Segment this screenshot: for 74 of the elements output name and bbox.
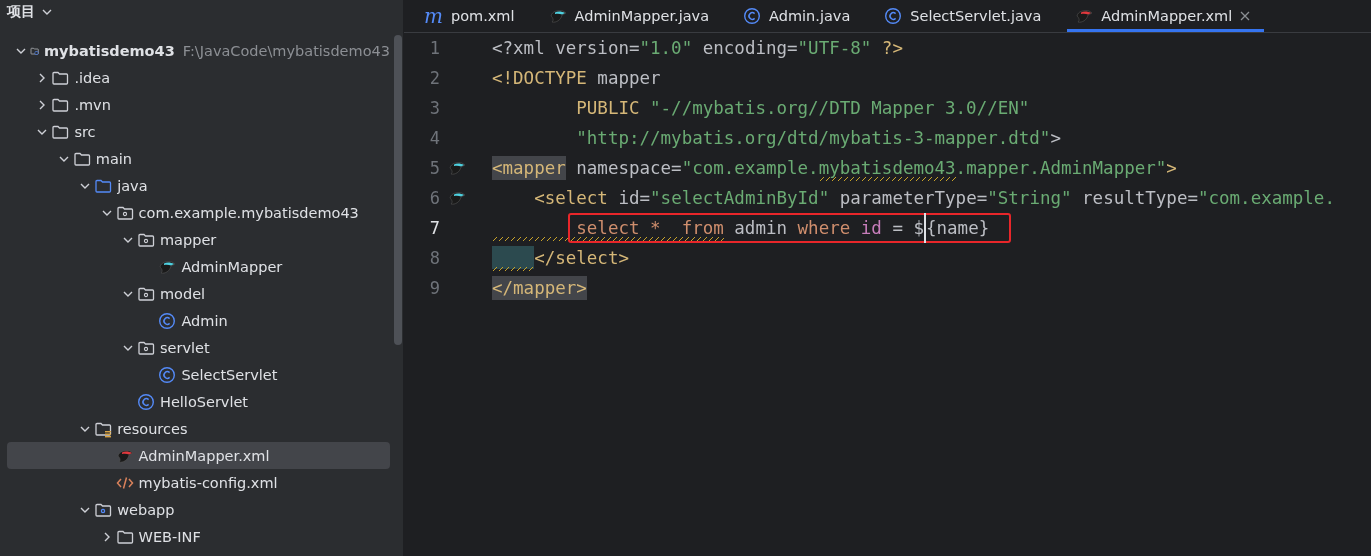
tree-label: main xyxy=(95,150,133,167)
tree-label: .mvn xyxy=(74,96,111,113)
tree-item[interactable]: WEB-INF xyxy=(7,523,390,550)
editor-tab[interactable]: AdminMapper.java xyxy=(540,0,724,32)
code-line: <?xml version="1.0" encoding="UTF-8" ?> xyxy=(492,37,903,60)
tree-item[interactable]: servlet xyxy=(7,334,390,361)
tree-label: Admin xyxy=(181,312,228,329)
line-number: 7 xyxy=(428,218,440,238)
line-number: 1 xyxy=(428,38,440,58)
tree-item[interactable]: resources xyxy=(7,415,390,442)
code-line: </select> xyxy=(534,247,629,270)
editor-tab[interactable]: AdminMapper.xml xyxy=(1067,0,1265,32)
class-icon xyxy=(743,7,762,25)
tree-item[interactable]: SelectServlet xyxy=(7,361,390,388)
tree-label: AdminMapper xyxy=(181,258,283,275)
bird-icon xyxy=(1075,7,1094,25)
tree-label: java xyxy=(117,177,148,194)
tree-label: WEB-INF xyxy=(138,528,201,545)
tree-label: resources xyxy=(117,420,188,437)
bird-icon xyxy=(448,159,466,177)
editor-tab[interactable]: Admin.java xyxy=(735,0,865,32)
tree-label: servlet xyxy=(160,339,210,356)
tree-label: .idea xyxy=(74,69,111,86)
tree-item[interactable]: java xyxy=(7,172,390,199)
tree-item[interactable]: .idea xyxy=(7,64,390,91)
tree-label: webapp xyxy=(117,501,175,518)
tree-item[interactable]: .mvn xyxy=(7,91,390,118)
code-line: PUBLIC "-//mybatis.org//DTD Mapper 3.0//EN" xyxy=(576,97,1030,120)
tree-label: mapper xyxy=(160,231,217,248)
panel-title[interactable]: 项目 xyxy=(7,3,35,21)
tree-item[interactable]: Admin xyxy=(7,307,390,334)
tree-item[interactable]: webapp xyxy=(7,496,390,523)
tree-item[interactable]: mybatis-config.xml xyxy=(7,469,390,496)
bird-icon xyxy=(448,189,466,207)
line-number: 2 xyxy=(428,68,440,88)
editor-tab[interactable]: m pom.xml xyxy=(416,0,529,32)
close-icon[interactable] xyxy=(1240,11,1251,21)
code-line: <mapper namespace="com.example.mybatisdemo43.mapper.AdminMapper"> xyxy=(492,153,1177,183)
tree-item[interactable]: src xyxy=(7,118,390,145)
line-number: 5 xyxy=(428,158,440,178)
code-line: <select id="selectAdminById" parameterType="String" resultType="com.example. xyxy=(534,187,1335,210)
tree-item[interactable]: mapper xyxy=(7,226,390,253)
tree-label: AdminMapper.xml xyxy=(138,447,270,464)
line-number: 6 xyxy=(428,188,440,208)
tree-item[interactable]: main xyxy=(7,145,390,172)
maven-icon: m xyxy=(424,6,443,26)
tree-item[interactable]: model xyxy=(7,280,390,307)
tree-label: src xyxy=(74,123,96,140)
tree-item[interactable]: AdminMapper xyxy=(7,253,390,280)
class-icon xyxy=(158,311,177,330)
class-icon xyxy=(137,392,155,411)
scrollbar[interactable] xyxy=(394,35,402,345)
code-line: select * from admin where id = ${name} xyxy=(576,213,990,243)
tree-item[interactable]: AdminMapper.xml xyxy=(7,442,390,469)
tree-item[interactable]: HelloServlet xyxy=(7,388,390,415)
tree-item[interactable]: mybatisdemo43 F:\JavaCode\mybatisdemo43 xyxy=(7,37,390,64)
class-icon xyxy=(158,365,177,384)
code-line: <!DOCTYPE mapper xyxy=(492,67,661,90)
line-number: 4 xyxy=(428,128,440,148)
class-icon xyxy=(884,7,903,25)
editor-tab[interactable]: SelectServlet.java xyxy=(876,0,1056,32)
line-number: 9 xyxy=(428,278,440,298)
code-line: "http://mybatis.org/dtd/mybatis-3-mapper.dtd"> xyxy=(576,127,1061,150)
tree-label: mybatisdemo43 xyxy=(44,42,175,59)
tree-item[interactable]: com.example.mybatisdemo43 xyxy=(7,199,390,226)
tree-label: mybatis-config.xml xyxy=(138,474,278,491)
bird-icon xyxy=(548,7,567,25)
tree-label: SelectServlet xyxy=(181,366,278,383)
tree-label: model xyxy=(160,285,206,302)
line-number: 8 xyxy=(428,248,440,268)
tree-label: HelloServlet xyxy=(160,393,249,410)
project-path: F:\JavaCode\mybatisdemo43 xyxy=(182,42,390,59)
tree-label: com.example.mybatisdemo43 xyxy=(138,204,359,221)
line-number: 3 xyxy=(428,98,440,118)
